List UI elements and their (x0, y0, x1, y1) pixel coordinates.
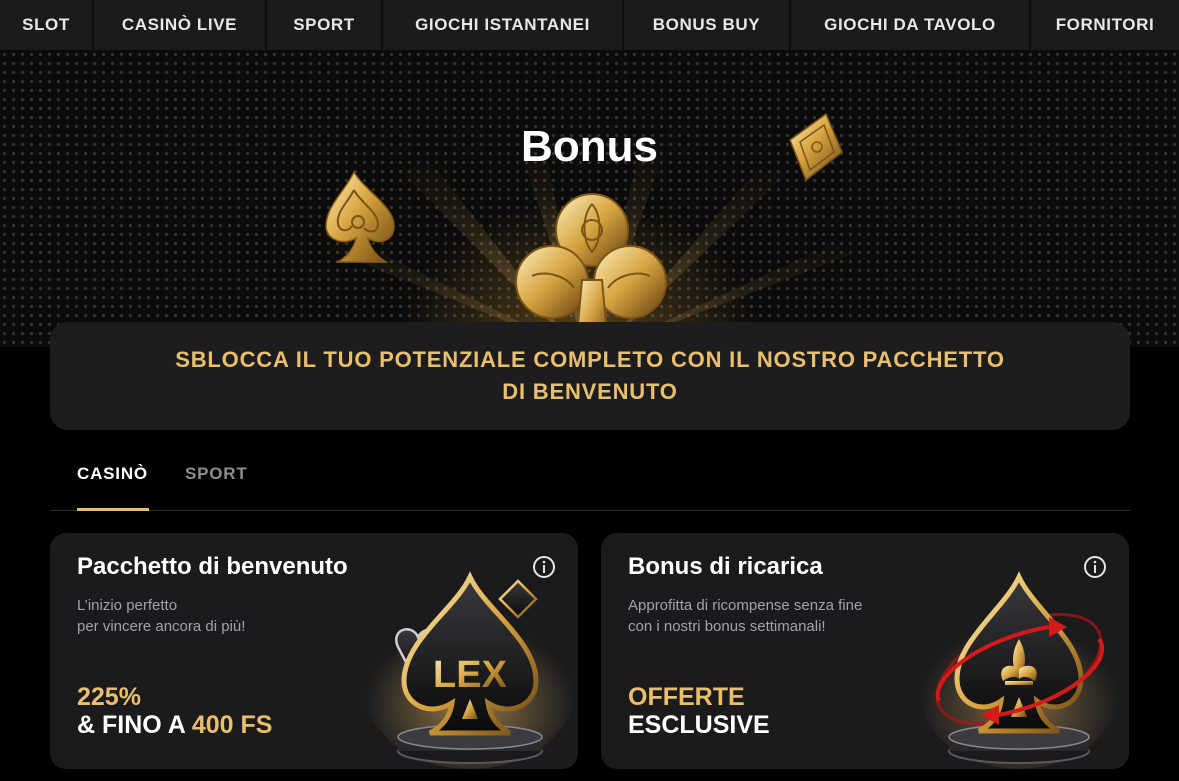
tab-sport[interactable]: SPORT (185, 464, 248, 484)
offer-free-spins: 400 FS (191, 711, 273, 739)
tab-casino[interactable]: CASINÒ (77, 464, 148, 484)
active-tab-indicator (77, 508, 149, 511)
welcome-promo-banner: SBLOCCA IL TUO POTENZIALE COMPLETO CON I… (50, 322, 1130, 430)
card-description: Approfitta di ricompense senza fine con … (628, 595, 898, 637)
nav-item-giochi-da-tavolo[interactable]: GIOCHI DA TAVOLO (791, 0, 1031, 50)
nav-item-casino-live[interactable]: CASINÒ LIVE (94, 0, 267, 50)
card-description-line: L’inizio perfetto (77, 597, 178, 614)
nav-item-bonus-buy[interactable]: BONUS BUY (624, 0, 791, 50)
nav-item-sport[interactable]: SPORT (267, 0, 383, 50)
promo-text: SBLOCCA IL TUO POTENZIALE COMPLETO CON I… (175, 347, 1005, 404)
hero-banner: Bonus (0, 50, 1179, 347)
lex-spade-trophy-icon: LEX (365, 571, 575, 769)
card-title: Pacchetto di benvenuto (77, 553, 348, 580)
offer-line-2: ESCLUSIVE (628, 711, 770, 739)
card-description-line: per vincere ancora di più! (77, 618, 246, 635)
card-offer: OFFERTE ESCLUSIVE (628, 683, 770, 739)
lex-logo-text: LEX (433, 654, 508, 696)
page-title: Bonus (521, 122, 658, 171)
card-description: L’inizio perfetto per vincere ancora di … (77, 595, 347, 637)
card-description-line: con i nostri bonus settimanali! (628, 618, 826, 635)
bonus-card-welcome-package[interactable]: Pacchetto di benvenuto L’inizio perfetto… (50, 533, 578, 769)
top-navigation: SLOT CASINÒ LIVE SPORT GIOCHI ISTANTANEI… (0, 0, 1179, 50)
bonus-card-reload[interactable]: Bonus di ricarica Approfitta di ricompen… (601, 533, 1129, 769)
offer-percentage: 225% (77, 683, 141, 711)
nav-item-slot[interactable]: SLOT (0, 0, 94, 50)
spade-ornament-icon (325, 170, 395, 263)
offer-prefix: & FINO A (77, 711, 192, 739)
card-description-line: Approfitta di ricompense senza fine (628, 597, 863, 614)
nav-item-fornitori[interactable]: FORNITORI (1031, 0, 1179, 50)
card-title: Bonus di ricarica (628, 553, 823, 580)
bonus-category-tabs: CASINÒ SPORT (50, 450, 1130, 511)
reload-spade-trophy-icon (919, 571, 1119, 769)
diamond-ornament-icon (789, 112, 843, 182)
nav-item-giochi-istantanei[interactable]: GIOCHI ISTANTANEI (383, 0, 624, 50)
card-offer: 225% & FINO A 400 FS (77, 683, 272, 739)
offer-line-1: OFFERTE (628, 683, 745, 711)
